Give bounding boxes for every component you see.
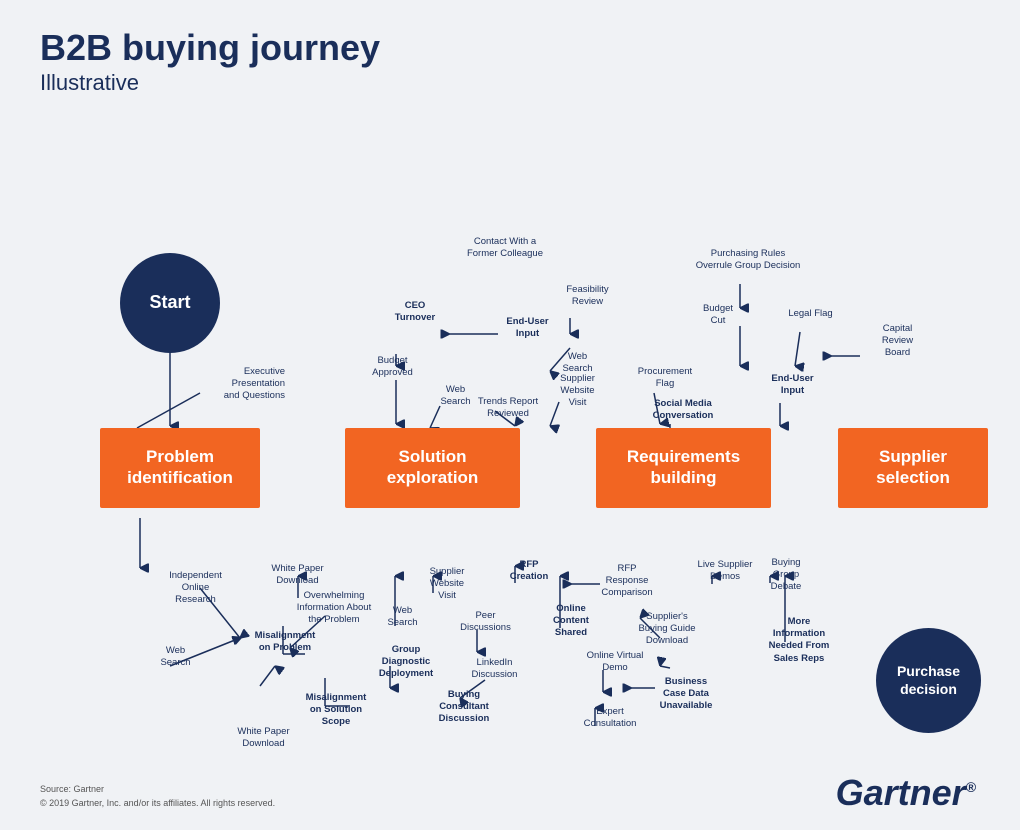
phase-requirements: Requirementsbuilding bbox=[596, 428, 771, 508]
lbl-expert-consultation: ExpertConsultation bbox=[574, 706, 646, 731]
lbl-business-case: BusinessCase DataUnavailable bbox=[645, 676, 727, 713]
lbl-overwhelming-info: OverwhelmingInformation Aboutthe Problem bbox=[289, 590, 379, 627]
lbl-web-search-mid: WebSearch bbox=[550, 351, 605, 376]
footer-source: Source: Gartner bbox=[40, 783, 275, 797]
lbl-capital-review: CapitalReviewBoard bbox=[860, 323, 935, 360]
lbl-web-search-bottom: WebSearch bbox=[148, 645, 203, 670]
lbl-ceo-turnover: CEOTurnover bbox=[380, 300, 450, 325]
gartner-logo: Gartner® bbox=[836, 772, 976, 814]
lbl-contact-colleague: Contact With aFormer Colleague bbox=[455, 236, 555, 261]
lbl-online-content: OnlineContentShared bbox=[537, 603, 605, 640]
lbl-rfp-creation: RFPCreation bbox=[499, 559, 559, 584]
phase-solution-label: Solutionexploration bbox=[387, 447, 479, 488]
lbl-misalignment-problem: Misalignmenton Problem bbox=[245, 630, 325, 655]
gartner-text: Gartner bbox=[836, 772, 966, 813]
diagram: Start Problemidentification Solutionexpl… bbox=[40, 108, 980, 728]
lbl-linkedin: LinkedInDiscussion bbox=[462, 657, 527, 682]
lbl-buying-group-debate: BuyingGroupDebate bbox=[752, 557, 820, 594]
page-title: B2B buying journey bbox=[40, 28, 980, 68]
phase-problem-label: Problemidentification bbox=[127, 447, 233, 488]
phase-problem: Problemidentification bbox=[100, 428, 260, 508]
page-subtitle: Illustrative bbox=[40, 70, 980, 96]
lbl-white-paper-lower: White PaperDownload bbox=[226, 726, 301, 751]
phase-solution: Solutionexploration bbox=[345, 428, 520, 508]
lbl-buying-consultant: BuyingConsultantDiscussion bbox=[423, 689, 505, 726]
lbl-more-info-needed: MoreInformationNeeded FromSales Reps bbox=[758, 616, 840, 665]
gartner-registered: ® bbox=[966, 779, 976, 795]
start-circle: Start bbox=[120, 253, 220, 353]
lbl-misalignment-solution: Misalignmenton SolutionScope bbox=[296, 692, 376, 729]
footer-copyright: © 2019 Gartner, Inc. and/or its affiliat… bbox=[40, 797, 275, 811]
lbl-budget-cut: BudgetCut bbox=[688, 303, 748, 328]
lbl-online-virtual-demo: Online VirtualDemo bbox=[580, 650, 650, 675]
lbl-legal-flag: Legal Flag bbox=[778, 308, 843, 320]
lbl-rfp-response: RFPResponseComparison bbox=[588, 563, 666, 600]
lbl-purchasing-rules: Purchasing RulesOverrule Group Decision bbox=[688, 248, 808, 273]
lbl-budget-approved: BudgetApproved bbox=[355, 355, 430, 380]
lbl-end-user-input-right: End-UserInput bbox=[760, 373, 825, 398]
phase-supplier: Supplierselection bbox=[838, 428, 988, 508]
lbl-social-media: Social MediaConversation bbox=[638, 398, 728, 423]
phase-requirements-label: Requirementsbuilding bbox=[627, 447, 740, 488]
lbl-live-supplier-demos: Live SupplierDemos bbox=[690, 559, 760, 584]
lbl-procurement-flag: ProcurementFlag bbox=[630, 366, 700, 391]
lbl-end-user-input-left: End-UserInput bbox=[495, 316, 560, 341]
phase-supplier-label: Supplierselection bbox=[876, 447, 950, 488]
lbl-trends-report: Trends ReportReviewed bbox=[468, 396, 548, 421]
purchase-decision-label: Purchasedecision bbox=[897, 662, 960, 698]
purchase-decision-circle: Purchasedecision bbox=[876, 628, 981, 733]
lbl-white-paper-upper: White PaperDownload bbox=[260, 563, 335, 588]
lbl-web-search-sol-lower: WebSearch bbox=[375, 605, 430, 630]
lbl-suppliers-guide: Supplier'sBuying GuideDownload bbox=[628, 611, 706, 648]
start-label: Start bbox=[149, 292, 190, 313]
page-container: B2B buying journey Illustrative bbox=[0, 0, 1020, 830]
lbl-supplier-website-top: SupplierWebsiteVisit bbox=[540, 373, 615, 410]
lbl-group-diagnostic: GroupDiagnosticDeployment bbox=[365, 644, 447, 681]
lbl-exec-presentation: ExecutivePresentationand Questions bbox=[195, 366, 285, 403]
lbl-independent-research: IndependentOnlineResearch bbox=[158, 570, 233, 607]
lbl-peer-discussions: PeerDiscussions bbox=[453, 610, 518, 635]
footer: Source: Gartner © 2019 Gartner, Inc. and… bbox=[40, 783, 275, 810]
lbl-feasibility: FeasibilityReview bbox=[550, 284, 625, 309]
lbl-supplier-website-bot: SupplierWebsiteVisit bbox=[412, 566, 482, 603]
